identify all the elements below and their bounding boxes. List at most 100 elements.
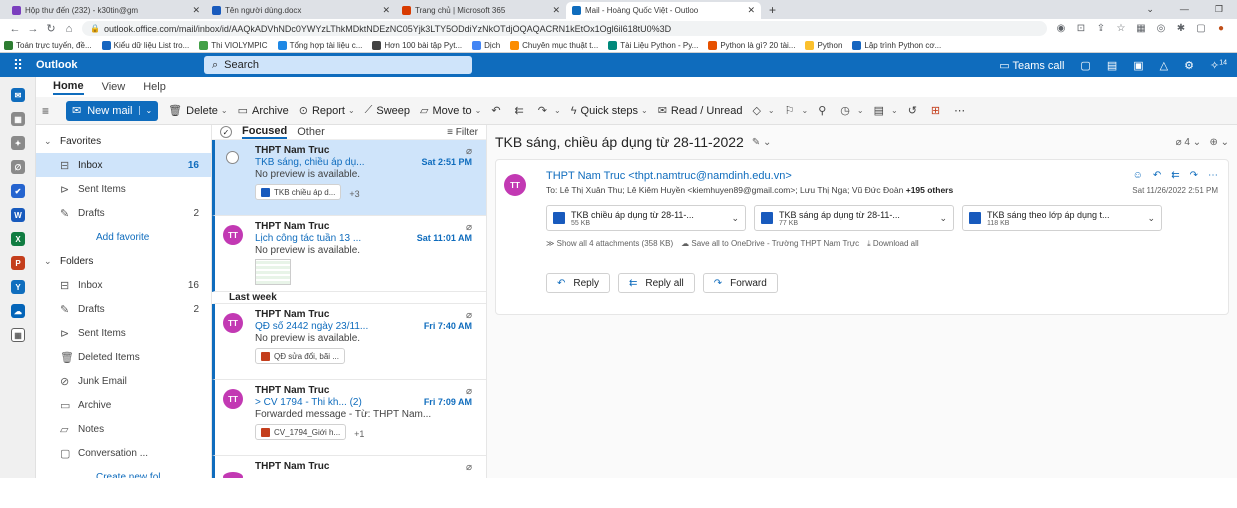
read-unread-button[interactable]: ✉ Read / Unread (658, 104, 743, 118)
folder-junk-email[interactable]: ⊘ Junk Email (36, 369, 211, 393)
app-name[interactable]: Outlook (36, 59, 204, 71)
reply-button[interactable]: ↶ Reply (546, 273, 610, 293)
browser-tab-m365[interactable]: Trang chủ | Microsoft 365 ✕ (396, 2, 566, 19)
forward-icon[interactable]: ↷ (1190, 170, 1198, 181)
favorite-inbox[interactable]: ⊟ Inbox 16 (36, 153, 211, 177)
sender[interactable]: THPT Nam Truc <thpt.namtruc@namdinh.edu.… (546, 170, 1220, 182)
tab-home[interactable]: Home (53, 80, 84, 95)
bookmark-item[interactable]: Lập trình Python cơ... (852, 40, 941, 50)
url-field[interactable]: 🔒 outlook.office.com/mail/inbox/id/AAQkAD… (82, 21, 1047, 36)
forward-button[interactable]: ↷ Forward (702, 273, 778, 293)
chevron-down-icon[interactable]: ⌄ (939, 213, 947, 224)
bookmark-item[interactable]: Tài Liệu Python - Py... (608, 40, 698, 50)
forward-icon[interactable]: ↷ ⌄ (538, 104, 561, 117)
select-all-checkbox[interactable]: ✓ (220, 126, 232, 138)
new-mail-button[interactable]: ✉ New mail ⌄ (66, 100, 159, 121)
teams-call-button[interactable]: ▭ Teams call (999, 59, 1064, 72)
install-icon[interactable]: ⊡ (1071, 23, 1091, 34)
rail-files[interactable]: ∅ (0, 155, 36, 179)
close-icon[interactable]: ✕ (741, 5, 755, 16)
rail-more-apps[interactable]: ▦ (0, 323, 36, 347)
message-item[interactable]: TT THPT Nam Truc ⌀ QĐ số 2442 ngày 23/11...… (212, 304, 486, 380)
bookmark-item[interactable]: Dịch (472, 40, 500, 50)
more-attachments[interactable]: +3 (349, 189, 359, 199)
more-icon[interactable]: ⋯ (1208, 170, 1218, 181)
close-icon[interactable]: ✕ (186, 5, 200, 16)
rail-people[interactable]: ✦ (0, 131, 36, 155)
bookmark-item[interactable]: Python là gì? 20 tài... (708, 40, 795, 50)
tab-view[interactable]: View (102, 81, 126, 93)
onenote-icon[interactable]: ▣ (1133, 59, 1143, 72)
browser-tab-outlook[interactable]: Mail - Hoàng Quốc Việt - Outloo ✕ (566, 2, 761, 19)
favorite-sent-items[interactable]: ⊳ Sent Items (36, 177, 211, 201)
pin-icon[interactable]: ⚲ (818, 104, 830, 117)
close-icon[interactable]: ✕ (546, 5, 560, 16)
folders-header[interactable]: ⌄ Folders (36, 249, 211, 273)
message-item[interactable]: TT THPT Nam Truc ⌀ Lịch công tác tuần 13 ..… (212, 216, 486, 292)
bell-icon[interactable]: △ (1160, 59, 1168, 72)
sweep-button[interactable]: ⟋ Sweep (365, 104, 410, 117)
rail-powerpoint[interactable]: P (0, 251, 36, 275)
more-recipients[interactable]: +195 others (906, 185, 954, 195)
chevron-down-icon[interactable]: ⌄ (1147, 213, 1155, 224)
view-settings-icon[interactable]: ⊞ (931, 104, 944, 117)
folder-deleted-items[interactable]: 🗑 Deleted Items (36, 345, 211, 369)
more-attachments[interactable]: +1 (354, 429, 364, 439)
profile-icon[interactable]: ● (1211, 23, 1231, 34)
new-tab-icon[interactable]: + (769, 3, 776, 17)
add-favorite-link[interactable]: Add favorite (36, 225, 211, 249)
folder-archive[interactable]: ▭ Archive (36, 393, 211, 417)
folder-inbox[interactable]: ⊟ Inbox 16 (36, 273, 211, 297)
bookmark-item[interactable]: Thi VIOLYMPIC (199, 40, 268, 50)
rail-todo[interactable]: ✔ (0, 179, 36, 203)
attachment-card[interactable]: TKB chiều áp dụng từ 28-11-... 55 KB ⌄ (546, 205, 746, 231)
star-icon[interactable]: ☆ (1111, 23, 1131, 34)
puzzle-icon[interactable]: ✱ (1171, 23, 1191, 34)
rail-mail[interactable]: ✉ (0, 83, 36, 107)
tips-icon[interactable]: ✧14 (1210, 59, 1227, 72)
browser-tab-word[interactable]: Tên người dùng.docx ✕ (206, 2, 396, 19)
archive-button[interactable]: ▭ Archive (238, 104, 289, 118)
message-item[interactable]: THPT Nam Truc ⌀ (212, 456, 486, 478)
tab-help[interactable]: Help (143, 81, 166, 93)
filter-button[interactable]: ≡ Filter (447, 127, 478, 138)
folder-notes[interactable]: ▱ Notes (36, 417, 211, 441)
snooze-icon[interactable]: ◷ ⌄ (840, 104, 863, 117)
teams-icon[interactable]: ▤ (1107, 59, 1117, 72)
reply-all-button[interactable]: ⇇ Reply all (617, 273, 695, 293)
bookmark-item[interactable]: Hơn 100 bài tập Pyt... (372, 40, 462, 50)
hamburger-icon[interactable]: ≡ (42, 104, 56, 118)
message-item[interactable]: TT THPT Nam Truc ⌀ > CV 1794 - Thi kh... (2… (212, 380, 486, 456)
save-to-onedrive[interactable]: ☁ Save all to OneDrive - Trường THPT Nam… (681, 239, 859, 249)
report-button[interactable]: ⊙ Report ⌄ (299, 104, 355, 118)
share-icon[interactable]: ⇪ (1091, 23, 1111, 34)
opera-icon[interactable]: ◎ (1151, 23, 1171, 34)
rail-calendar[interactable]: ▦ (0, 107, 36, 131)
browser-tab-gmail[interactable]: Hộp thư đến (232) - k30tin@gm ✕ (6, 2, 206, 19)
attachment-thumbnail[interactable] (255, 259, 291, 285)
bookmark-item[interactable]: Chuyên mục thuật t... (510, 40, 598, 50)
favorites-header[interactable]: ⌄ Favorites (36, 129, 211, 153)
attachment-chip[interactable]: CV_1794_Giới h... (255, 424, 347, 440)
folder-conversation-[interactable]: ▢ Conversation ... (36, 441, 211, 465)
undo-icon[interactable]: ↺ (908, 104, 921, 117)
folder-drafts[interactable]: ✎ Drafts 2 (36, 297, 211, 321)
delete-button[interactable]: 🗑 Delete ⌄ (168, 104, 227, 118)
rail-yammer[interactable]: Y (0, 275, 36, 299)
message-item[interactable]: THPT Nam Truc ⌀ TKB sáng, chiều áp dụ... Sa… (212, 140, 486, 216)
eye-icon[interactable]: ◉ (1051, 23, 1071, 34)
chevron-down-icon[interactable]: ⌄ (139, 106, 152, 115)
download-all[interactable]: ⤓ Download all (867, 239, 919, 249)
minimize-icon[interactable]: — (1180, 4, 1189, 15)
forward-icon[interactable]: → (24, 23, 42, 35)
zoom-icon[interactable]: ⊕ (1209, 137, 1217, 148)
sidebar-icon[interactable]: ▢ (1191, 23, 1211, 34)
tab-search-icon[interactable]: ⌄ (1146, 4, 1154, 15)
chat-icon[interactable]: ▢ (1080, 59, 1090, 72)
create-new-folder-link[interactable]: Create new fol... (36, 465, 211, 479)
more-icon[interactable]: ⋯ (954, 104, 969, 117)
attachment-chip[interactable]: QĐ sửa đổi, bãi ... (255, 348, 345, 364)
chevron-down-icon[interactable]: ⌄ (731, 213, 739, 224)
attachment-chip[interactable]: TKB chiều áp d... (255, 184, 342, 200)
reload-icon[interactable]: ↻ (42, 22, 60, 35)
